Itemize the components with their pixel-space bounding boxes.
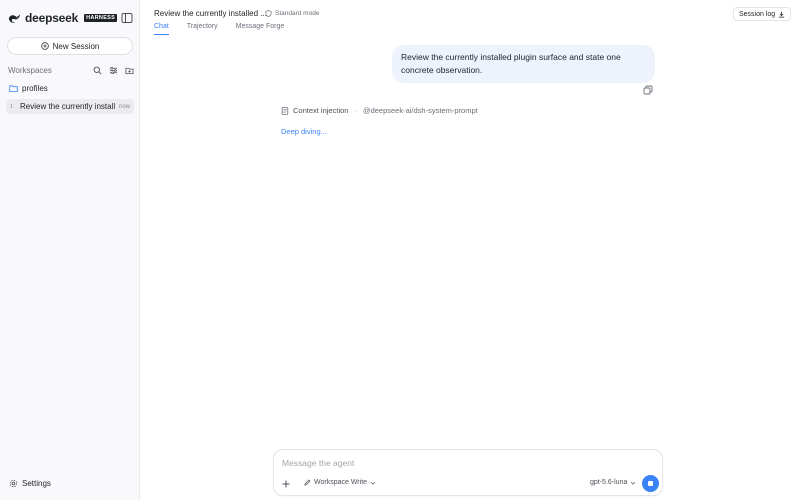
permission-label: Workspace Write — [314, 479, 368, 486]
sidebar: deepseek HARNESS New Session Workspaces — [0, 0, 140, 500]
chevron-down-icon — [631, 481, 636, 485]
search-icon[interactable] — [93, 66, 102, 75]
workspaces-header: Workspaces — [8, 64, 134, 76]
brand-badge: HARNESS — [84, 14, 118, 22]
mode-indicator[interactable]: Standard mode — [265, 10, 319, 17]
message-input[interactable] — [282, 457, 652, 469]
gear-icon — [9, 479, 18, 488]
stop-icon — [648, 481, 653, 486]
new-session-button[interactable]: New Session — [7, 37, 133, 55]
status-text: Deep diving... — [281, 127, 327, 136]
download-icon — [779, 11, 785, 18]
context-reference: @deepseek-ai/dsh-system-prompt — [362, 106, 478, 115]
brand-name: deepseek — [25, 11, 79, 25]
permission-select[interactable]: Workspace Write — [304, 479, 376, 486]
settings-button[interactable]: Settings — [9, 479, 51, 488]
session-log-label: Session log — [739, 10, 776, 18]
new-folder-icon[interactable] — [125, 66, 134, 75]
model-label: gpt-5.6-luna — [590, 479, 628, 486]
stop-button[interactable] — [642, 475, 659, 492]
session-index: 1 — [10, 103, 14, 110]
folder-icon — [9, 85, 18, 93]
tab-trajectory[interactable]: Trajectory — [187, 23, 218, 35]
chevron-down-icon — [370, 481, 376, 485]
context-injection-row[interactable]: Context injection · @deepseek-ai/dsh-sys… — [281, 106, 478, 115]
session-item[interactable]: 1 Review the currently installed plugin … — [6, 99, 134, 114]
whale-logo-icon — [8, 13, 21, 23]
plus-circle-icon — [40, 42, 49, 50]
brand[interactable]: deepseek HARNESS — [8, 11, 118, 25]
context-separator: · — [354, 106, 357, 115]
attach-plus-icon[interactable] — [281, 479, 291, 489]
page-title: Review the currently installed ... — [154, 9, 267, 18]
folder-label: profiles — [22, 84, 48, 93]
mode-label: Standard mode — [275, 10, 320, 17]
context-label: Context injection — [293, 106, 349, 115]
tab-bar: Chat Trajectory Message Forge — [154, 23, 302, 35]
model-select[interactable]: gpt-5.6-luna — [590, 479, 636, 486]
filter-settings-icon[interactable] — [109, 66, 118, 75]
shield-icon — [265, 10, 272, 17]
workspaces-title: Workspaces — [8, 65, 52, 75]
tab-message-forge[interactable]: Message Forge — [236, 23, 285, 35]
copy-icon[interactable] — [643, 85, 653, 95]
document-icon — [281, 106, 289, 115]
pencil-icon — [304, 479, 311, 486]
session-title: Review the currently installed plugin su… — [20, 102, 115, 111]
new-session-label: New Session — [52, 41, 100, 51]
sidebar-toggle-icon[interactable] — [121, 12, 133, 24]
session-time: now — [118, 103, 130, 110]
user-message-bubble: Review the currently installed plugin su… — [392, 45, 655, 83]
settings-label: Settings — [22, 479, 51, 488]
workspace-folder[interactable]: profiles — [9, 84, 48, 93]
tab-chat[interactable]: Chat — [154, 23, 169, 35]
composer: Workspace Write gpt-5.6-luna — [273, 449, 663, 496]
session-log-button[interactable]: Session log — [733, 7, 792, 21]
